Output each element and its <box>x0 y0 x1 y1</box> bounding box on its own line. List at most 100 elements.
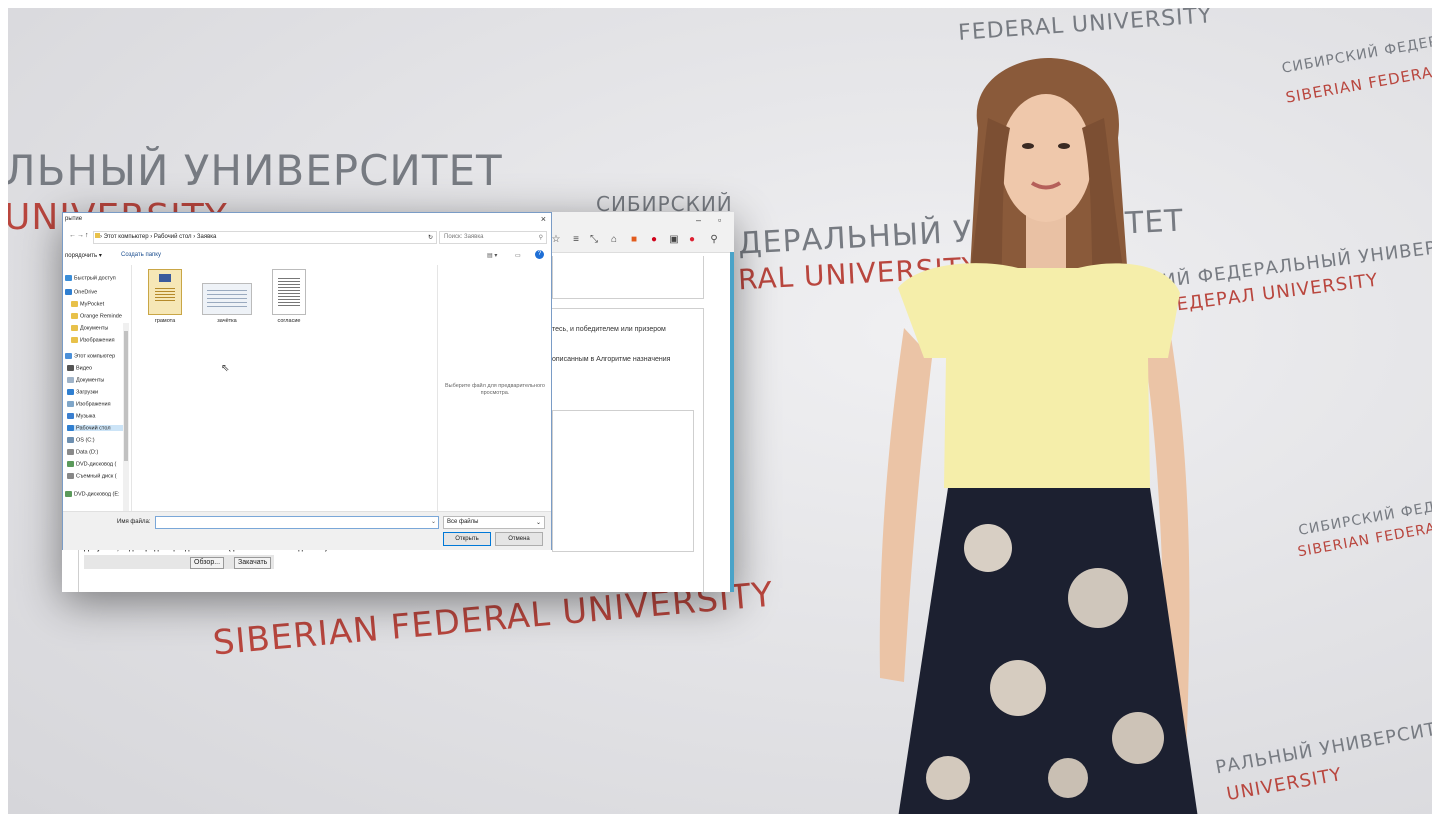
wall-text-mid-ru-small: СИБИРСКИЙ <box>596 192 733 216</box>
music-icon <box>67 413 74 419</box>
drive-icon <box>67 449 74 455</box>
resize-icon[interactable]: ⤡ <box>588 234 600 246</box>
cloud-icon <box>65 289 72 295</box>
menu-lines-icon[interactable]: ≡ <box>570 234 582 246</box>
nav-item-removable[interactable]: Съемный диск ( <box>67 473 117 479</box>
adblock-icon[interactable]: ● <box>648 234 660 246</box>
pin-icon[interactable]: ⚲ <box>708 234 720 246</box>
presenter-figure <box>879 58 1198 814</box>
browse-button[interactable]: Обзор... <box>190 557 225 569</box>
file-open-dialog: рытие × ← → ↑ › Этот компьютер › Рабочий… <box>62 212 552 550</box>
download-icon <box>67 389 74 395</box>
nav-item-images[interactable]: Изображения <box>67 401 111 407</box>
screen-capture: – ▫ ☆ ≡ ⤡ ⌂ ■ ● ▣ ● ⚲ тесь, и победителе… <box>62 212 734 592</box>
search-input[interactable]: Поиск: Заявка ⚲ <box>439 231 547 244</box>
nav-item-drive-c[interactable]: OS (C:) <box>67 437 95 443</box>
wall-text-left-ru: ЛЬНЫЙ УНИВЕРСИТЕТ <box>8 146 503 195</box>
page-text-line-1: тесь, и победителем или призером <box>552 326 666 333</box>
consent-document-thumbnail <box>272 269 306 315</box>
folder-icon <box>71 313 78 319</box>
disc-icon <box>67 461 74 467</box>
nav-item-documents[interactable]: Документы <box>67 377 104 383</box>
nav-item-quick-access[interactable]: Быстрый доступ <box>65 275 116 281</box>
refresh-icon[interactable]: ↻ <box>428 234 433 241</box>
forward-arrow-icon[interactable]: → <box>77 232 84 239</box>
desktop-icon <box>67 425 74 431</box>
nav-item-orange[interactable]: Orange Reminde <box>71 313 122 319</box>
dialog-titlebar: рытие × <box>63 213 551 227</box>
chevron-down-icon[interactable]: ⌄ <box>431 518 436 525</box>
video-icon <box>67 365 74 371</box>
filename-input[interactable]: ⌄ <box>155 516 439 529</box>
nav-item-video[interactable]: Видео <box>67 365 92 371</box>
preview-message: Выберите файл для предварительного просм… <box>445 383 545 397</box>
home-icon[interactable]: ⌂ <box>608 234 620 246</box>
file-item[interactable]: грамота <box>137 269 193 324</box>
extension2-icon[interactable]: ● <box>686 234 698 246</box>
file-item[interactable]: согласие <box>261 269 317 324</box>
help-icon[interactable]: ? <box>535 250 544 259</box>
image-icon <box>67 401 74 407</box>
open-button[interactable]: Открыть <box>443 532 491 546</box>
page-scrollbar-accent <box>730 252 734 592</box>
computer-icon <box>65 353 72 359</box>
nav-item-onedrive[interactable]: OneDrive <box>65 289 97 295</box>
dialog-toolbar: порядочить ▾ Создать папку ▤ ▾ ▭ ? <box>63 249 551 263</box>
filetype-value: Все файлы <box>447 519 479 525</box>
file-item[interactable]: зачётка <box>199 269 255 324</box>
file-name: зачётка <box>217 318 237 324</box>
certificate-lines-icon <box>155 288 175 302</box>
new-folder-button[interactable]: Создать папку <box>121 252 161 258</box>
record-book-thumbnail <box>202 283 252 315</box>
nav-item-mypocket[interactable]: MyPocket <box>71 301 104 307</box>
file-list: грамота зачётка согласие ⇖ <box>133 265 437 511</box>
page-text-line-2: описанным в Алгоритме назначения <box>552 356 671 363</box>
nav-item-this-pc[interactable]: Этот компьютер <box>65 353 115 359</box>
nav-item-documents-od[interactable]: Документы <box>71 325 108 331</box>
browser-toolbar: – ▫ ☆ ≡ ⤡ ⌂ ■ ● ▣ ● ⚲ <box>550 212 734 253</box>
dialog-footer: Имя файла: ⌄ Все файлы ⌄ Открыть Отмена <box>63 511 551 550</box>
nav-item-drive-d[interactable]: Data (D:) <box>67 449 98 455</box>
star-icon <box>65 275 72 281</box>
page-textarea[interactable] <box>552 410 694 552</box>
folder-icon <box>71 301 78 307</box>
extension-icon[interactable]: ▣ <box>668 234 680 246</box>
close-icon[interactable]: × <box>541 214 546 224</box>
folder-icon <box>71 337 78 343</box>
view-options-icon[interactable]: ▤ ▾ <box>487 252 497 259</box>
organize-button[interactable]: порядочить ▾ <box>65 252 102 259</box>
document-icon <box>67 377 74 383</box>
up-arrow-icon[interactable]: ↑ <box>85 232 89 239</box>
upload-row: Обзор... Закачать <box>84 555 274 569</box>
nav-item-music[interactable]: Музыка <box>67 413 95 419</box>
nav-item-images-od[interactable]: Изображения <box>71 337 115 343</box>
disc-icon <box>65 491 72 497</box>
folder-icon <box>71 325 78 331</box>
record-book-lines-icon <box>207 290 247 308</box>
page-card-top <box>552 256 704 299</box>
address-path-text: › Этот компьютер › Рабочий стол › Заявка <box>100 234 217 240</box>
maximize-button[interactable]: ▫ <box>718 215 721 225</box>
upload-button[interactable]: Закачать <box>234 557 272 569</box>
search-icon: ⚲ <box>538 235 543 241</box>
drive-icon <box>67 437 74 443</box>
nav-scrollbar-thumb[interactable] <box>124 331 128 461</box>
certificate-thumbnail <box>148 269 182 315</box>
nav-item-desktop[interactable]: Рабочий стол <box>67 425 123 432</box>
wall-text-top: FEDERAL UNIVERSITY <box>957 8 1214 46</box>
back-arrow-icon[interactable]: ← <box>69 232 76 239</box>
document-lines-icon <box>278 278 300 306</box>
cancel-button[interactable]: Отмена <box>495 532 543 546</box>
preview-pane-icon[interactable]: ▭ <box>515 252 521 259</box>
nav-item-dvd[interactable]: DVD-дисковод ( <box>67 461 116 467</box>
preview-pane: Выберите файл для предварительного просм… <box>437 265 552 511</box>
file-name: согласие <box>277 318 301 324</box>
address-path[interactable]: › Этот компьютер › Рабочий стол › Заявка… <box>93 231 437 244</box>
navigation-pane: Быстрый доступ OneDrive MyPocket Orange … <box>63 265 132 511</box>
filetype-select[interactable]: Все файлы ⌄ <box>443 516 545 529</box>
minimize-button[interactable]: – <box>696 215 701 225</box>
nav-item-dvd-e[interactable]: DVD-дисковод (E: <box>65 491 120 497</box>
nav-item-downloads[interactable]: Загрузки <box>67 389 98 395</box>
office-icon[interactable]: ■ <box>628 234 640 246</box>
address-bar-row: ← → ↑ › Этот компьютер › Рабочий стол › … <box>63 229 551 245</box>
